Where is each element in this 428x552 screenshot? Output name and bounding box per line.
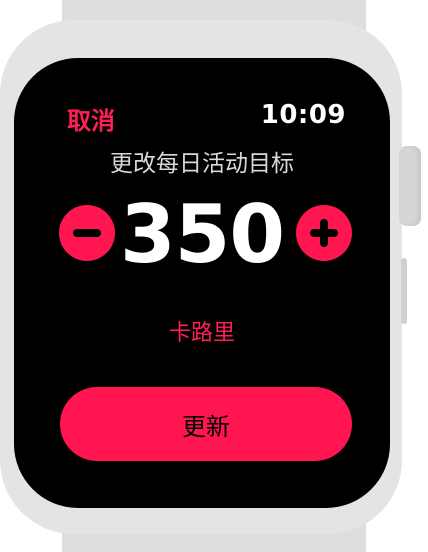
increase-button[interactable] (296, 205, 352, 261)
update-button-label: 更新 (182, 412, 230, 441)
clock-time: 10:09 (260, 100, 346, 130)
plus-icon (310, 219, 338, 247)
watch-illustration: 取消 10:09 更改每日活动目标 350 卡路里 更新 (0, 0, 428, 552)
page-title: 更改每日活动目标 (110, 151, 294, 177)
goal-unit: 卡路里 (168, 321, 235, 346)
digital-crown (399, 146, 421, 226)
side-button (401, 258, 407, 324)
watch-screen: 取消 10:09 更改每日活动目标 350 卡路里 更新 (14, 58, 390, 508)
update-button[interactable]: 更新 (60, 387, 352, 461)
cancel-button[interactable]: 取消 (67, 101, 115, 136)
